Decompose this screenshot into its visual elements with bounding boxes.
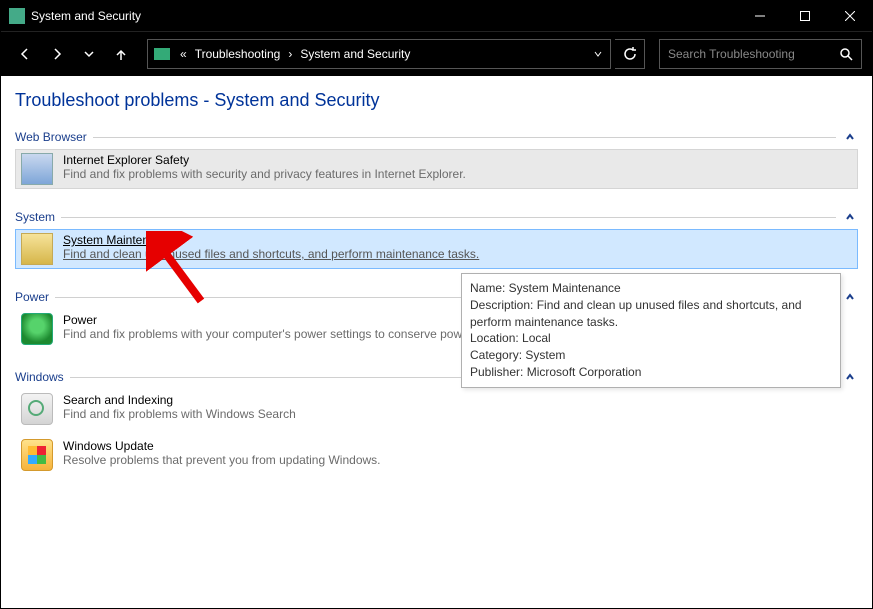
recent-locations-button[interactable] — [75, 40, 103, 68]
search-icon — [839, 47, 853, 61]
refresh-icon — [623, 47, 637, 61]
collapse-chevron[interactable] — [842, 289, 858, 305]
section-label: Windows — [15, 370, 70, 384]
address-dropdown[interactable] — [586, 49, 610, 59]
maximize-button[interactable] — [782, 1, 827, 31]
section-header-webbrowser[interactable]: Web Browser — [15, 129, 858, 145]
location-icon — [148, 48, 176, 60]
item-windows-update[interactable]: Windows Update Resolve problems that pre… — [15, 435, 858, 475]
chevron-down-icon — [593, 49, 603, 59]
item-name: System Maintenance — [63, 233, 479, 247]
power-icon — [21, 313, 53, 345]
address-bar[interactable]: « Troubleshooting › System and Security — [147, 39, 611, 69]
arrow-left-icon — [18, 47, 32, 61]
tooltip: Name: System Maintenance Description: Fi… — [461, 273, 841, 388]
collapse-chevron[interactable] — [842, 129, 858, 145]
tooltip-description: Description: Find and clean up unused fi… — [470, 297, 832, 331]
item-internet-explorer-safety[interactable]: Internet Explorer Safety Find and fix pr… — [15, 149, 858, 189]
divider — [61, 217, 836, 218]
item-desc: Find and clean up unused files and short… — [63, 247, 479, 261]
section-label: Web Browser — [15, 130, 93, 144]
up-button[interactable] — [107, 40, 135, 68]
search-indexing-icon — [21, 393, 53, 425]
chevron-up-icon — [845, 372, 855, 382]
collapse-chevron[interactable] — [842, 369, 858, 385]
tooltip-publisher: Publisher: Microsoft Corporation — [470, 364, 832, 381]
minimize-button[interactable] — [737, 1, 782, 31]
chevron-up-icon — [845, 132, 855, 142]
ie-safety-icon — [21, 153, 53, 185]
section-label: System — [15, 210, 61, 224]
breadcrumb-troubleshooting[interactable]: Troubleshooting — [191, 47, 285, 61]
close-button[interactable] — [827, 1, 872, 31]
section-header-system[interactable]: System — [15, 209, 858, 225]
item-desc: Find and fix problems with security and … — [63, 167, 466, 181]
search-input[interactable] — [660, 40, 831, 68]
divider — [93, 137, 836, 138]
arrow-right-icon — [50, 47, 64, 61]
item-desc: Resolve problems that prevent you from u… — [63, 453, 381, 467]
forward-button[interactable] — [43, 40, 71, 68]
window-title: System and Security — [31, 9, 737, 23]
breadcrumb-separator: › — [284, 47, 296, 61]
item-name: Power — [63, 313, 469, 327]
system-maintenance-icon — [21, 233, 53, 265]
item-system-maintenance[interactable]: System Maintenance Find and clean up unu… — [15, 229, 858, 269]
page-title: Troubleshoot problems - System and Secur… — [15, 90, 858, 111]
chevron-up-icon — [845, 212, 855, 222]
breadcrumb-system-and-security[interactable]: System and Security — [296, 47, 414, 61]
tooltip-name: Name: System Maintenance — [470, 280, 832, 297]
breadcrumb-pre[interactable]: « — [176, 47, 191, 61]
app-icon — [9, 8, 25, 24]
item-search-and-indexing[interactable]: Search and Indexing Find and fix problem… — [15, 389, 858, 429]
windows-update-icon — [21, 439, 53, 471]
refresh-button[interactable] — [615, 39, 645, 69]
tooltip-location: Location: Local — [470, 330, 832, 347]
chevron-down-icon — [82, 47, 96, 61]
item-name: Windows Update — [63, 439, 381, 453]
back-button[interactable] — [11, 40, 39, 68]
tooltip-category: Category: System — [470, 347, 832, 364]
item-desc: Find and fix problems with Windows Searc… — [63, 407, 296, 421]
chevron-up-icon — [845, 292, 855, 302]
search-button[interactable] — [831, 39, 861, 69]
search-box[interactable] — [659, 39, 862, 69]
titlebar: System and Security — [1, 1, 872, 31]
navbar: « Troubleshooting › System and Security — [1, 31, 872, 76]
item-desc: Find and fix problems with your computer… — [63, 327, 469, 341]
arrow-up-icon — [114, 47, 128, 61]
item-name: Search and Indexing — [63, 393, 296, 407]
section-label: Power — [15, 290, 55, 304]
item-name: Internet Explorer Safety — [63, 153, 466, 167]
collapse-chevron[interactable] — [842, 209, 858, 225]
